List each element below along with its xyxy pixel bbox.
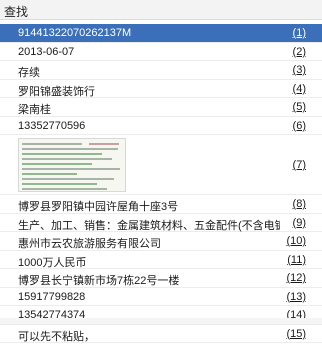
list-item[interactable]: 可以先不粘贴， (15) [0,325,322,343]
list-item-index[interactable]: (2) [278,46,306,58]
list-item-index[interactable]: (11) [278,254,306,266]
list-item-text: 罗阳锦盛装饰行 [18,85,95,98]
list-item[interactable]: 2013-06-07 (2) [0,43,322,61]
list-item-index[interactable]: (6) [278,120,306,132]
list-item-index[interactable]: (15) [278,328,306,340]
list-item-index[interactable]: (7) [278,159,306,171]
screenshot-thumbnail [18,138,126,192]
list-item-index[interactable]: (1) [278,27,306,39]
list-item-index[interactable]: (9) [278,217,306,229]
panel-title: 查找 [4,5,29,19]
list-item-text: 可以先不粘贴， [18,330,95,343]
list-item-selected[interactable]: 91441322070262137M (1) [0,24,322,43]
list-item-text: 博罗县长宁镇新市场7栋22号一楼 [18,275,180,287]
clipboard-list: 91441322070262137M (1) 2013-06-07 (2) 存续… [0,24,322,343]
list-item-text: 91441322070262137M [18,27,132,39]
list-item[interactable]: 13352770596 (6) [0,117,322,135]
list-item-text: 2013-06-07 [18,45,75,58]
list-item-text: 生产、加工、销售：金属建筑材料、五金配件(不含电镀... [18,219,280,232]
list-item-index[interactable]: (4) [278,83,306,95]
panel-header: 查找 [0,0,322,20]
list-item-index[interactable]: (8) [278,198,306,210]
list-item[interactable]: 罗阳锦盛装饰行 (4) [0,80,322,98]
list-item-text: 15917799828 [18,290,86,303]
list-item-index[interactable]: (3) [278,64,306,76]
list-item[interactable]: 15917799828 (13) [0,288,322,306]
list-item[interactable]: 梁南桂 (5) [0,98,322,117]
list-item-index[interactable]: (10) [278,235,306,247]
find-panel: 查找 91441322070262137M (1) 2013-06-07 (2)… [0,0,322,343]
list-item-index[interactable]: (5) [278,101,306,113]
list-item[interactable]: 1000万人民币 (11) [0,251,322,269]
list-item-text: 博罗县罗阳镇中园许屋角十座3号 [18,201,179,213]
list-item-text: 存续 [18,67,40,79]
list-item-image[interactable]: (7) [0,135,322,195]
list-item-text: 惠州市云农旅游服务有限公司 [18,238,161,250]
list-item[interactable]: 博罗县长宁镇新市场7栋22号一楼 (12) [0,269,322,288]
list-item[interactable]: 存续 (3) [0,61,322,80]
list-item[interactable]: 博罗县罗阳镇中园许屋角十座3号 (8) [0,195,322,214]
list-item-index[interactable]: (12) [278,272,306,284]
list-item-text: 梁南桂 [18,104,51,116]
list-item[interactable]: 生产、加工、销售：金属建筑材料、五金配件(不含电镀... (9) [0,214,322,232]
list-item-index[interactable]: (13) [278,291,306,303]
list-item-text: 1000万人民币 [18,256,87,269]
list-item[interactable]: 惠州市云农旅游服务有限公司 (10) [0,232,322,251]
list-item-text: 13352770596 [18,119,86,132]
list-bottom-edge [0,318,322,324]
